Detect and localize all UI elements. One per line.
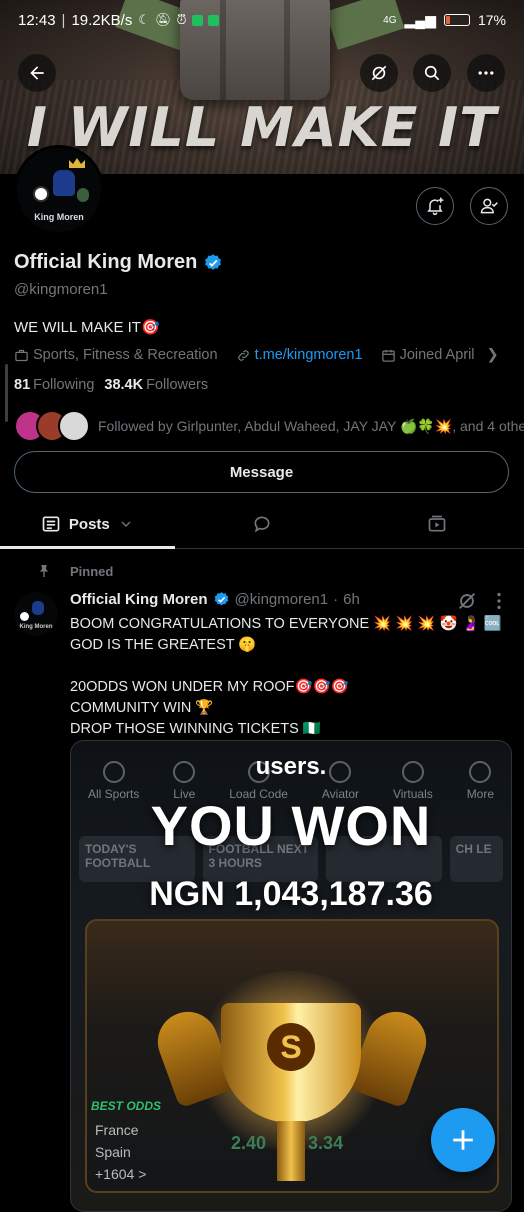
compose-button[interactable] bbox=[431, 1108, 495, 1172]
alarm-icon: ⏰︎ bbox=[176, 12, 187, 27]
profile-name: Official King Moren bbox=[14, 251, 223, 274]
replies-icon bbox=[254, 516, 270, 533]
status-bar: 12:43 | 19.2KB/s ☾ 🔕︎ ⏰︎ 4G ▂▄▆ 17% bbox=[18, 11, 506, 29]
followed-by[interactable]: Followed by Girlpunter, Abdul Waheed, JA… bbox=[14, 410, 524, 442]
battery-icon bbox=[443, 14, 470, 26]
best-odds-label: BEST ODDS bbox=[91, 1099, 162, 1113]
post-author-name[interactable]: Official King Moren bbox=[70, 591, 208, 608]
arrow-left-icon bbox=[30, 66, 44, 80]
pinned-label: Pinned bbox=[36, 563, 113, 579]
grok-button[interactable] bbox=[360, 54, 398, 92]
category-item: Sports, Fitness & Recreation bbox=[14, 347, 218, 363]
post-time[interactable]: 6h bbox=[343, 591, 360, 608]
chevron-down-icon bbox=[121, 521, 131, 527]
post-text: BOOM CONGRATULATIONS TO EVERYONE 💥 💥 💥 🤡… bbox=[70, 616, 502, 737]
search-icon bbox=[424, 65, 440, 81]
followers-stat[interactable]: 38.4K Followers bbox=[104, 377, 208, 393]
scroll-indicator bbox=[5, 364, 8, 422]
verified-badge-icon[interactable] bbox=[203, 253, 223, 273]
more-vertical-icon[interactable] bbox=[488, 590, 510, 612]
tab-posts[interactable]: Posts bbox=[0, 500, 175, 549]
notifications-button[interactable] bbox=[416, 187, 454, 225]
posts-icon bbox=[42, 516, 60, 532]
signal-icon: ▂▄▆ bbox=[404, 11, 436, 28]
following-stat[interactable]: 81 Following bbox=[14, 377, 94, 393]
follow-stats: 81 Following 38.4K Followers bbox=[14, 377, 208, 393]
grok-icon[interactable] bbox=[456, 590, 478, 612]
status-speed: 19.2KB/s bbox=[71, 11, 133, 29]
profile-tabs: Posts bbox=[0, 500, 524, 549]
post-header: Official King Moren @kingmoren1 · 6h bbox=[70, 591, 360, 608]
grok-icon bbox=[371, 65, 387, 81]
media-teams: France Spain +1604 > bbox=[95, 1122, 147, 1182]
tab-replies[interactable] bbox=[175, 500, 350, 548]
user-check-icon bbox=[480, 198, 498, 214]
back-button[interactable] bbox=[18, 54, 56, 92]
following-button[interactable] bbox=[470, 187, 508, 225]
profile-link[interactable]: t.me/kingmoren1 bbox=[236, 347, 363, 363]
more-horizontal-icon bbox=[478, 71, 494, 75]
tab-posts-label: Posts bbox=[68, 515, 110, 533]
joined-label: Joined April bbox=[399, 347, 475, 363]
calendar-icon bbox=[381, 349, 395, 362]
profile-link-text[interactable]: t.me/kingmoren1 bbox=[255, 347, 363, 363]
bell-off-icon: 🔕︎ bbox=[154, 12, 172, 27]
network-label: 4G bbox=[383, 14, 397, 26]
profile-handle: @kingmoren1 bbox=[14, 281, 108, 298]
plus-icon bbox=[453, 1130, 473, 1150]
chevron-right-icon[interactable]: ❯ bbox=[487, 347, 499, 363]
media-odds: 2.40 3.34 bbox=[231, 1133, 344, 1153]
media-icon bbox=[428, 515, 446, 532]
profile-bio: WE WILL MAKE IT🎯 bbox=[14, 319, 160, 336]
app-icon bbox=[207, 14, 219, 26]
post-separator: · bbox=[333, 591, 339, 608]
media-amount: NGN 1,043,187.36 bbox=[149, 875, 433, 913]
post-author-avatar[interactable]: King Moren bbox=[14, 592, 58, 636]
post-avatar-caption: King Moren bbox=[19, 624, 53, 630]
pin-icon bbox=[40, 565, 48, 577]
moon-icon: ☾ bbox=[138, 12, 150, 27]
link-icon bbox=[237, 349, 249, 361]
briefcase-icon bbox=[15, 349, 28, 361]
verified-badge-icon[interactable] bbox=[213, 591, 230, 608]
bell-plus-icon bbox=[427, 197, 444, 216]
profile-name-text: Official King Moren bbox=[14, 251, 198, 273]
profile-meta: Sports, Fitness & Recreation t.me/kingmo… bbox=[14, 347, 499, 363]
pinned-text: Pinned bbox=[70, 563, 114, 579]
profile-avatar[interactable]: King Moren bbox=[14, 145, 104, 235]
more-options-button[interactable] bbox=[467, 54, 505, 92]
trophy-logo-icon: S bbox=[267, 1023, 315, 1071]
tab-media[interactable] bbox=[349, 500, 524, 548]
active-tab-indicator bbox=[0, 546, 175, 549]
category-label: Sports, Fitness & Recreation bbox=[33, 347, 218, 363]
battery-percent: 17% bbox=[477, 12, 506, 28]
avatar-caption: King Moren bbox=[34, 212, 84, 222]
followed-by-text: Followed by Girlpunter, Abdul Waheed, JA… bbox=[98, 417, 524, 434]
media-headline-top: users. bbox=[255, 753, 327, 780]
joined-item: Joined April ❯ bbox=[381, 347, 499, 363]
search-button[interactable] bbox=[413, 54, 451, 92]
avatar bbox=[58, 410, 90, 442]
media-headline: YOU WON bbox=[150, 794, 432, 857]
status-time: 12:43 bbox=[18, 11, 56, 29]
follower-avatars bbox=[14, 410, 90, 442]
message-button[interactable]: Message bbox=[14, 451, 509, 493]
post-author-handle[interactable]: @kingmoren1 bbox=[235, 591, 329, 608]
whatsapp-icon bbox=[191, 14, 203, 26]
